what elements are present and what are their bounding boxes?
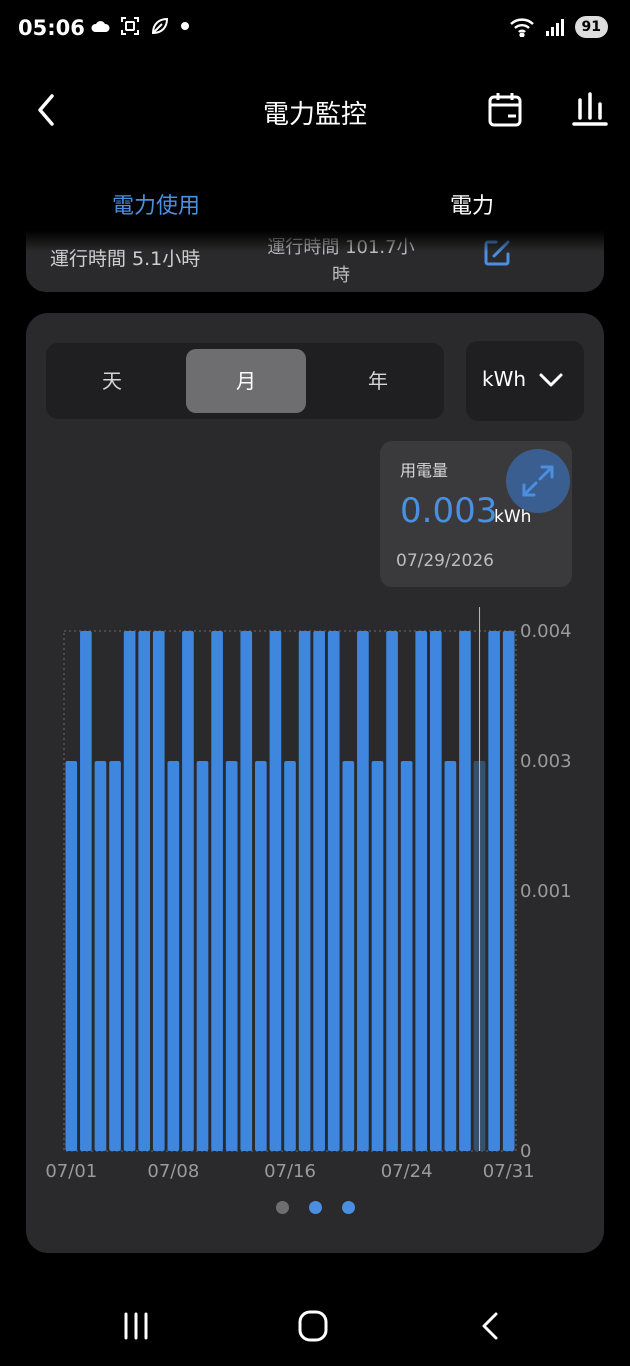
chart-bar[interactable] <box>152 631 165 1151</box>
chart-bar[interactable] <box>225 761 238 1151</box>
chart-bar[interactable] <box>211 631 223 1151</box>
status-bar: 05:06 91 <box>0 0 630 60</box>
x-tick-label: 07/08 <box>147 1161 199 1182</box>
chart-bar[interactable] <box>444 761 457 1151</box>
home-button[interactable] <box>293 1308 333 1344</box>
x-tick-label: 07/31 <box>483 1161 535 1182</box>
status-right: 91 <box>509 16 608 38</box>
recent-apps-button[interactable] <box>116 1308 156 1344</box>
y-tick-label: 0 <box>520 1141 531 1162</box>
tooltip-value: 0.003 <box>400 491 498 531</box>
chart-bar[interactable] <box>371 761 384 1151</box>
runtime-card: 運行時間 5.1小時 運行時間 101.7小 時 <box>26 230 604 292</box>
y-tick-label: 0.001 <box>520 881 572 902</box>
chart-bar[interactable] <box>284 761 296 1151</box>
expand-button[interactable] <box>506 449 570 513</box>
chart-bar[interactable] <box>109 761 121 1151</box>
page-title: 電力監控 <box>262 100 367 130</box>
statistics-button[interactable] <box>570 90 610 128</box>
x-tick-label: 07/01 <box>45 1161 97 1182</box>
chart-bar[interactable] <box>502 631 515 1151</box>
status-time: 05:06 <box>18 16 85 40</box>
bar-chart-icon <box>572 92 608 126</box>
chart-bar[interactable] <box>182 631 194 1151</box>
runtime-total-line2: 時 <box>332 265 350 286</box>
dot-icon <box>181 22 189 30</box>
energy-chart-card: 天 月 年 kWh 0.004 0.003 0.001 0 07/01 07/08 07/1… <box>26 313 604 1253</box>
x-tick-label: 07/24 <box>381 1161 433 1182</box>
tooltip-date: 07/29/2026 <box>396 551 494 571</box>
chart-bar[interactable] <box>327 631 340 1151</box>
chart-bar[interactable] <box>357 631 369 1151</box>
pager-dot[interactable] <box>276 1201 289 1214</box>
chart-bar[interactable] <box>123 631 136 1151</box>
tab-power-usage[interactable]: 電力使用 <box>112 188 200 220</box>
chart-bar[interactable] <box>415 631 428 1151</box>
pager-dot[interactable] <box>309 1201 322 1214</box>
screenshot-icon <box>121 17 139 35</box>
status-left-icons <box>90 16 190 36</box>
chart-bar[interactable] <box>167 761 180 1151</box>
runtime-fade <box>26 230 604 252</box>
chart-bar[interactable] <box>342 761 355 1151</box>
chart-bar[interactable] <box>429 631 442 1151</box>
wifi-icon <box>509 18 534 37</box>
chart-bar[interactable] <box>240 631 253 1151</box>
chart-bar[interactable] <box>400 761 413 1151</box>
back-icon <box>482 1312 498 1340</box>
chart-bar[interactable] <box>298 631 311 1151</box>
chart-bar[interactable] <box>313 631 325 1151</box>
tab-power[interactable]: 電力 <box>450 188 494 220</box>
chart-bar[interactable] <box>386 631 398 1151</box>
chart-bar[interactable] <box>255 761 267 1151</box>
leaf-icon <box>151 17 169 35</box>
cloud-icon <box>91 21 110 32</box>
chart-bar[interactable] <box>269 631 282 1151</box>
x-tick-label: 07/16 <box>264 1161 316 1182</box>
app-header: 電力監控 <box>0 70 630 150</box>
recent-apps-icon <box>124 1312 148 1340</box>
page-indicator <box>276 1201 355 1214</box>
calendar-icon <box>488 93 522 127</box>
signal-icon <box>545 19 564 36</box>
battery-indicator: 91 <box>574 16 608 38</box>
tooltip-label: 用電量 <box>400 461 449 480</box>
nav-back-button[interactable] <box>470 1308 510 1344</box>
chart-bar[interactable] <box>488 631 500 1151</box>
chart-bar[interactable] <box>94 761 107 1151</box>
chart-bar[interactable] <box>80 631 92 1151</box>
home-icon <box>298 1310 328 1342</box>
y-tick-label: 0.003 <box>520 751 572 772</box>
calendar-button[interactable] <box>486 90 524 128</box>
chart-bar[interactable] <box>196 761 209 1151</box>
pager-dot[interactable] <box>342 1201 355 1214</box>
expand-icon <box>522 465 554 497</box>
chart-bar[interactable] <box>138 631 151 1151</box>
system-nav-bar <box>0 1290 630 1366</box>
chart-bar[interactable] <box>459 631 471 1151</box>
chart-bar[interactable] <box>65 761 78 1151</box>
y-tick-label: 0.004 <box>520 621 572 642</box>
